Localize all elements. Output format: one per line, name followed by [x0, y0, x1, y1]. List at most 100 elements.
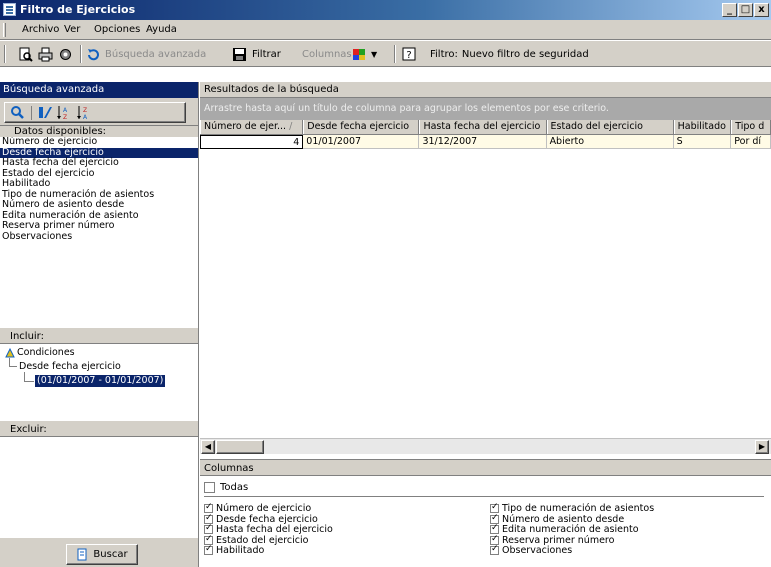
- column-option[interactable]: Observaciones: [490, 544, 654, 557]
- tree-child[interactable]: Desde fecha ejercicio: [19, 361, 121, 372]
- printer-icon: [38, 47, 53, 61]
- column-header[interactable]: Número de ejer... /: [200, 120, 304, 134]
- chevron-down-icon: ▼: [371, 49, 378, 59]
- sort-descending-icon[interactable]: ZA: [76, 105, 91, 120]
- horizontal-scrollbar[interactable]: ◀ ▶: [200, 438, 771, 454]
- available-data-label: Datos disponibles:: [0, 126, 198, 137]
- available-data-list: Número de ejercicio Desde fecha ejercicio…: [0, 137, 198, 327]
- color-button[interactable]: ▼: [352, 45, 377, 63]
- results-area: Resultados de la búsqueda Arrastre hasta…: [200, 82, 771, 567]
- columns-button[interactable]: Columnas: [302, 45, 352, 63]
- group-by-area[interactable]: Arrastre hasta aquí un título de columna…: [200, 98, 771, 120]
- column-option-label: Observaciones: [502, 545, 573, 556]
- app-icon: [3, 3, 16, 16]
- column-option[interactable]: Tipo de numeración de asientos: [490, 502, 655, 515]
- sort-ascending-icon[interactable]: AZ: [56, 105, 71, 120]
- preview-button[interactable]: [18, 45, 33, 63]
- print-button[interactable]: [38, 45, 53, 63]
- column-option[interactable]: Habilitado: [204, 544, 333, 557]
- column-option-label: Tipo de numeración de asientos: [502, 503, 655, 514]
- column-option-label: Habilitado: [216, 545, 265, 556]
- svg-text:A: A: [63, 107, 68, 114]
- table-cell[interactable]: 4: [200, 135, 304, 149]
- column-option-label: Número de ejercicio: [216, 503, 312, 514]
- column-option[interactable]: Número de ejercicio: [204, 502, 333, 515]
- advanced-search-button[interactable]: Búsqueda avanzada: [86, 45, 206, 63]
- menu-ayuda[interactable]: Ayuda: [146, 24, 177, 35]
- menu-ver[interactable]: Ver: [64, 24, 80, 35]
- available-data-item[interactable]: Hasta fecha del ejercicio: [0, 157, 198, 169]
- minimize-button[interactable]: _: [722, 3, 737, 17]
- column-header[interactable]: Tipo d: [731, 120, 771, 134]
- advanced-search-header: Búsqueda avanzada: [0, 82, 198, 98]
- column-option-label: Número de asiento desde: [502, 513, 625, 525]
- filter-value: Nuevo filtro de seguridad: [461, 48, 589, 60]
- table-cell[interactable]: Abierto: [546, 135, 674, 149]
- svg-text:Z: Z: [83, 107, 87, 114]
- search-icon[interactable]: [10, 105, 25, 120]
- help-button[interactable]: ?: [402, 45, 417, 63]
- results-rows: 4 01/01/2007 31/12/2007 Abierto S Por dí: [200, 135, 771, 149]
- column-option[interactable]: Edita numeración de asiento: [490, 523, 654, 536]
- search-button[interactable]: Buscar: [66, 544, 138, 565]
- column-option-label: Hasta fecha del ejercicio: [216, 524, 333, 535]
- available-data-item[interactable]: Reserva primer número: [0, 220, 198, 232]
- title-bar: Filtro de Ejercicios _ □ x: [0, 0, 771, 20]
- columns-header: Columnas: [200, 459, 771, 476]
- tree-root[interactable]: Condiciones: [17, 347, 75, 358]
- include-label: Incluir:: [0, 327, 198, 344]
- all-columns-check[interactable]: [204, 482, 215, 493]
- table-cell[interactable]: 01/01/2007: [303, 135, 420, 149]
- menu-bar: Archivo Ver Opciones Ayuda: [0, 20, 771, 40]
- scroll-right-arrow-icon[interactable]: ▶: [755, 440, 769, 454]
- table-row[interactable]: 4 01/01/2007 31/12/2007 Abierto S Por dí: [200, 135, 771, 149]
- close-button[interactable]: x: [754, 3, 769, 17]
- include-tree: Condiciones Desde fecha ejercicio (01/01…: [0, 344, 198, 420]
- svg-text:A: A: [83, 114, 88, 120]
- columns-list-right: Tipo de numeración de asientosNúmero de …: [490, 502, 655, 557]
- column-header[interactable]: Estado del ejercicio: [546, 120, 674, 134]
- filter-label: Filtrar: [252, 48, 281, 60]
- table-cell[interactable]: S: [673, 135, 732, 149]
- exclude-area[interactable]: [0, 437, 198, 537]
- column-checkbox[interactable]: [490, 544, 499, 555]
- column-header[interactable]: Hasta fecha del ejercicio: [419, 120, 547, 134]
- all-columns-checkbox[interactable]: Todas: [204, 482, 248, 493]
- help-icon: ?: [402, 47, 416, 61]
- table-cell[interactable]: Por dí: [731, 135, 771, 149]
- maximize-button[interactable]: □: [738, 3, 753, 17]
- available-data-item[interactable]: Habilitado: [0, 178, 198, 190]
- table-cell[interactable]: 31/12/2007: [419, 135, 547, 149]
- column-header[interactable]: Habilitado: [673, 120, 732, 134]
- sort-indicator-icon: /: [286, 121, 293, 132]
- filter-funnel-icon[interactable]: [38, 105, 53, 120]
- search-button-label: Buscar: [93, 549, 128, 560]
- column-option[interactable]: Hasta fecha del ejercicio: [204, 523, 333, 536]
- conditions-icon: [5, 347, 15, 358]
- menu-archivo[interactable]: Archivo: [22, 24, 59, 35]
- toolbar-separator-2: [394, 45, 396, 63]
- tree-leaf-condition[interactable]: (01/01/2007 - 01/01/2007): [33, 374, 167, 388]
- column-option-label: Estado del ejercicio: [216, 534, 309, 546]
- available-data-item[interactable]: Observaciones: [0, 231, 198, 243]
- column-header[interactable]: Desde fecha ejercicio: [303, 120, 420, 134]
- column-checkbox[interactable]: [204, 544, 213, 555]
- filter-button[interactable]: Filtrar: [232, 45, 281, 63]
- svg-text:Z: Z: [63, 114, 67, 120]
- scroll-thumb[interactable]: [216, 440, 264, 454]
- scroll-left-arrow-icon[interactable]: ◀: [201, 440, 215, 454]
- columns-list-left: Número de ejercicioDesde fecha ejercicio…: [204, 502, 333, 557]
- all-columns-label: Todas: [220, 482, 249, 493]
- results-header: Resultados de la búsqueda: [200, 82, 771, 98]
- available-data-item[interactable]: Número de asiento desde: [0, 199, 198, 211]
- search-toolbar: AZ ZA: [0, 98, 198, 126]
- print-preview-icon: [19, 47, 33, 62]
- toolbar-separator: [80, 45, 82, 63]
- toolbar: Búsqueda avanzada Filtrar Columnas ▼ ? F…: [0, 41, 771, 67]
- column-option-label: Edita numeración de asiento: [502, 524, 639, 535]
- menu-opciones[interactable]: Opciones: [94, 24, 140, 35]
- results-column-headers: Número de ejer... / Desde fecha ejercicio…: [200, 120, 771, 135]
- advanced-search-label: Búsqueda avanzada: [105, 48, 207, 60]
- available-data-item[interactable]: Número de ejercicio: [0, 137, 198, 148]
- settings-button[interactable]: [58, 45, 73, 63]
